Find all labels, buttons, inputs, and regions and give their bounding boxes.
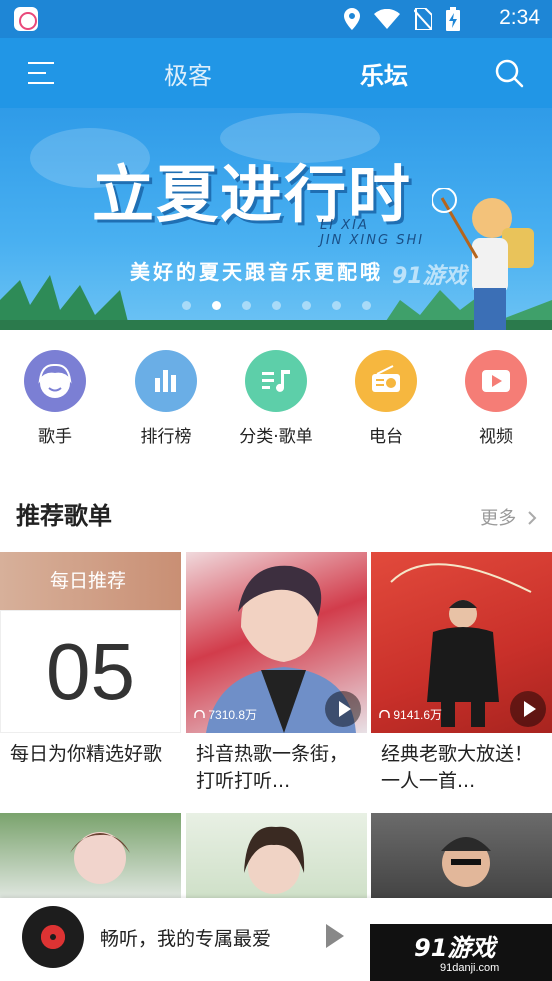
music-app-icon (14, 7, 38, 31)
menu-icon[interactable] (28, 60, 56, 86)
headphones-icon (379, 709, 390, 718)
carousel-dot[interactable] (211, 301, 221, 310)
more-link[interactable]: 更多 (480, 504, 538, 530)
playlist-name: 经典老歌大放送！一人一首... (381, 743, 534, 792)
player-text: 畅听，我的专属最爱 (100, 928, 272, 950)
section-title: 推荐歌单 (16, 502, 112, 530)
playlist-card-daily[interactable]: 每日推荐 05 每日为你精选好歌 (0, 552, 181, 797)
mini-player[interactable]: 畅听，我的专属最爱 91游戏 91danji.com (0, 898, 552, 981)
daily-date: 05 (0, 610, 181, 733)
category-label: 分类·歌单 (239, 427, 313, 447)
no-sim-icon (414, 8, 432, 30)
carousel-dot[interactable] (301, 301, 311, 310)
playlist-name: 每日为你精选好歌 (10, 743, 163, 765)
battery-charging-icon (446, 7, 460, 31)
playlist-card[interactable]: 9141.6万 经典老歌大放送！一人一首... (371, 552, 552, 797)
category-label: 排行榜 (140, 427, 192, 447)
music-list-icon (245, 350, 307, 412)
category-label: 电台 (369, 427, 403, 447)
play-button[interactable] (325, 691, 361, 727)
status-icons (344, 7, 460, 31)
play-count: 7310.8万 (194, 706, 257, 723)
play-button[interactable] (510, 691, 546, 727)
banner-subtitle: 美好的夏天跟音乐更配哦 (130, 260, 383, 284)
playlist-cover-row2[interactable] (186, 813, 367, 898)
singer-face-icon (24, 350, 86, 412)
playlist-name: 抖音热歌一条街，打听打听... (196, 743, 349, 792)
carousel-dot[interactable] (361, 301, 371, 310)
video-play-icon (465, 350, 527, 412)
vinyl-disc-icon[interactable] (22, 906, 84, 968)
category-row: 歌手 排行榜 分类·歌单 电台 视频 (0, 330, 552, 466)
top-nav: 极客 乐坛 (0, 38, 552, 108)
clock: 2:34 (499, 6, 540, 29)
footer-watermark: 91游戏 91danji.com (370, 924, 552, 981)
carousel-dots (0, 301, 552, 310)
headphones-icon (194, 709, 205, 718)
carousel-dot[interactable] (241, 301, 251, 310)
bar-chart-icon (135, 350, 197, 412)
playlist-card[interactable]: 7310.8万 抖音热歌一条街，打听打听... (186, 552, 367, 797)
category-charts[interactable]: 排行榜 (116, 350, 216, 447)
category-singer[interactable]: 歌手 (5, 350, 105, 447)
wifi-icon (374, 9, 400, 29)
category-radio[interactable]: 电台 (336, 350, 436, 447)
banner-carousel[interactable]: 立夏进行时 LI XIA JIN XING SHI 美好的夏天跟音乐更配哦 91… (0, 108, 552, 330)
playlist-cover-row2[interactable] (0, 813, 181, 898)
play-count: 9141.6万 (379, 706, 442, 723)
status-bar: 2:34 (0, 0, 552, 38)
search-icon[interactable] (494, 58, 524, 88)
carousel-dot[interactable] (331, 301, 341, 310)
tab-forum[interactable]: 乐坛 (360, 56, 408, 91)
category-video[interactable]: 视频 (446, 350, 546, 447)
daily-cover: 每日推荐 05 (0, 552, 181, 733)
category-label: 歌手 (38, 427, 72, 447)
radio-icon (355, 350, 417, 412)
category-playlists[interactable]: 分类·歌单 (226, 350, 326, 447)
playlist-cover-row2[interactable] (371, 813, 552, 898)
carousel-dot[interactable] (181, 301, 191, 310)
watermark: 91游戏 (392, 264, 467, 289)
playlist-cover: 9141.6万 (371, 552, 552, 733)
carousel-dot[interactable] (271, 301, 281, 310)
category-label: 视频 (479, 427, 513, 447)
banner-pinyin: LI XIA JIN XING SHI (320, 218, 425, 248)
play-icon[interactable] (326, 924, 344, 948)
tab-geek[interactable]: 极客 (164, 56, 212, 91)
daily-badge: 每日推荐 (50, 570, 127, 592)
location-icon (344, 8, 360, 30)
chevron-right-icon (528, 511, 537, 525)
playlist-cover: 7310.8万 (186, 552, 367, 733)
